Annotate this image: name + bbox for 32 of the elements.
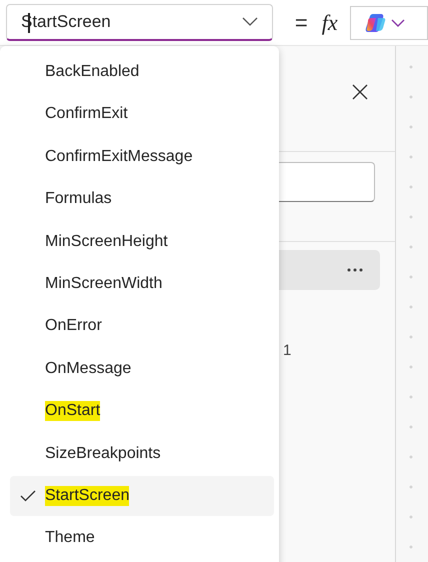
dropdown-option[interactable]: MinScreenHeight xyxy=(10,222,274,262)
logo-icon xyxy=(364,12,387,34)
more-icon[interactable] xyxy=(347,268,363,272)
option-label: Theme xyxy=(45,528,95,548)
dropdown-option[interactable]: MinScreenWidth xyxy=(10,264,274,304)
dropdown-option[interactable]: Theme xyxy=(10,518,274,558)
option-label: ConfirmExit xyxy=(45,104,128,124)
option-label: MinScreenWidth xyxy=(45,274,162,294)
chevron-down-icon xyxy=(242,17,258,27)
row-text: 1 xyxy=(283,342,292,359)
option-label: BackEnabled xyxy=(45,62,140,82)
chevron-down-icon xyxy=(390,18,405,26)
dropdown-option[interactable]: Formulas xyxy=(10,179,274,220)
close-icon[interactable] xyxy=(352,84,368,100)
dropdown-option[interactable]: StartScreen xyxy=(10,476,274,516)
dropdown-option[interactable]: ConfirmExit xyxy=(10,94,274,134)
option-label: ConfirmExitMessage xyxy=(45,146,193,167)
dropdown-option[interactable]: OnError xyxy=(10,306,274,346)
equals-sign: = xyxy=(294,10,308,36)
dropdown-option[interactable]: ConfirmExitMessage xyxy=(10,136,274,177)
option-label: StartScreen xyxy=(45,486,130,506)
option-label: Formulas xyxy=(45,189,112,210)
dropdown-option[interactable]: OnMessage xyxy=(10,348,274,389)
fx-label[interactable]: fx xyxy=(322,10,338,36)
option-label: SizeBreakpoints xyxy=(45,444,161,464)
checkmark-icon xyxy=(20,490,36,502)
dropdown-option[interactable]: SizeBreakpoints xyxy=(10,434,274,474)
option-label: OnError xyxy=(45,316,102,336)
copilot-button[interactable] xyxy=(350,6,428,40)
option-label: MinScreenHeight xyxy=(45,232,168,252)
dropdown-option[interactable]: BackEnabled xyxy=(10,52,274,92)
option-label: OnMessage xyxy=(45,358,132,379)
